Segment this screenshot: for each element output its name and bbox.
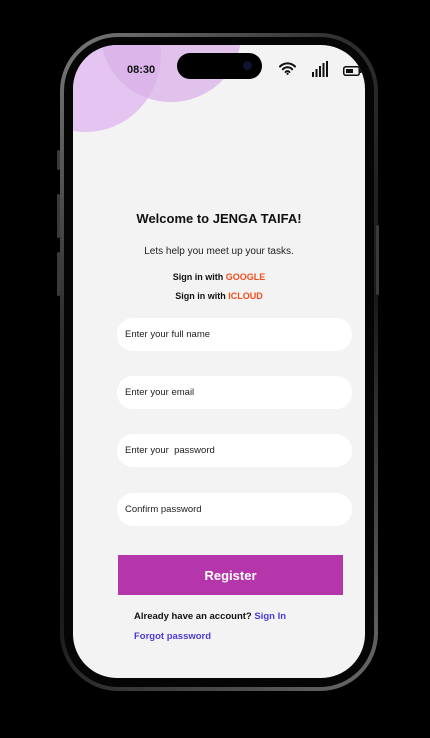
signin-icloud-prefix: Sign in with <box>175 291 229 301</box>
full-name-input[interactable] <box>123 328 352 341</box>
signal-icon <box>312 61 328 77</box>
google-provider-label: GOOGLE <box>225 272 266 282</box>
password-field <box>117 434 352 467</box>
dynamic-island <box>177 53 262 79</box>
wifi-icon <box>279 62 296 75</box>
password-input[interactable] <box>123 444 352 457</box>
signin-google-link[interactable]: Sign in with GOOGLE <box>73 272 365 282</box>
already-account-label: Already have an account? <box>134 611 255 622</box>
action-button <box>57 150 60 170</box>
app-screen: 08:30 Welcome to JENGA TAIFA! Lets help … <box>73 45 365 678</box>
welcome-title: Welcome to JENGA TAIFA! <box>136 211 302 226</box>
email-field <box>117 376 352 409</box>
signin-google-prefix: Sign in with <box>172 272 226 282</box>
volume-down-button <box>57 252 60 296</box>
volume-up-button <box>57 194 60 238</box>
full-name-field <box>117 318 352 351</box>
signin-icloud-link[interactable]: Sign in with ICLOUD <box>73 291 365 301</box>
forgot-password-row: Forgot password <box>134 631 211 642</box>
status-time: 08:30 <box>127 64 156 76</box>
power-button <box>376 225 379 295</box>
battery-icon <box>343 66 362 76</box>
confirm-password-field <box>117 493 352 526</box>
forgot-password-link[interactable]: Forgot password <box>134 631 211 642</box>
email-input[interactable] <box>123 386 352 399</box>
already-account-text: Already have an account? Sign In <box>134 611 286 622</box>
welcome-subtitle: Lets help you meet up your tasks. <box>144 246 294 257</box>
confirm-password-input[interactable] <box>123 503 352 516</box>
register-button[interactable]: Register <box>118 555 343 595</box>
signin-link[interactable]: Sign In <box>254 611 286 622</box>
icloud-provider-label: ICLOUD <box>228 291 263 301</box>
camera-icon <box>243 61 252 70</box>
